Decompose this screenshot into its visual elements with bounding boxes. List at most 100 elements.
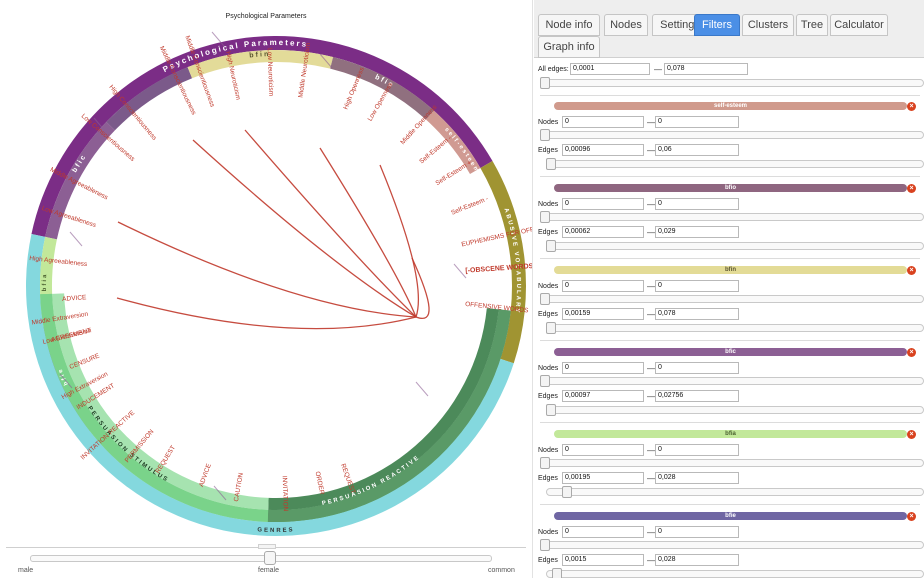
all-edges-slider[interactable] [540, 79, 924, 87]
tab-calculator[interactable]: Calculator [830, 14, 888, 36]
tab-label: Calculator [834, 19, 884, 31]
nodes-max-input[interactable]: 0 [655, 362, 739, 374]
nodes-slider-handle[interactable] [540, 129, 550, 141]
edges-max-input[interactable]: 0,06 [655, 144, 739, 156]
edges-max-input[interactable]: 0,078 [655, 308, 739, 320]
nodes-slider-handle[interactable] [540, 375, 550, 387]
close-icon[interactable]: × [907, 512, 916, 521]
group-bar[interactable]: self-esteem [554, 102, 907, 110]
nodes-slider[interactable] [540, 295, 924, 303]
close-icon[interactable]: × [907, 102, 916, 111]
node-label[interactable]: Self-Esteem - [418, 135, 453, 166]
all-edges-min-input[interactable]: 0,0001 [570, 63, 650, 75]
edges-slider[interactable] [546, 242, 924, 250]
nodes-slider[interactable] [540, 213, 924, 221]
edges-max-input[interactable]: 0,02756 [655, 390, 739, 402]
filter-group: bfic × Nodes 0 — 0 Edges 0,00097 — 0,027… [534, 348, 924, 430]
chord-link[interactable] [117, 221, 417, 318]
edges-min-input[interactable]: 0,00097 [562, 390, 644, 402]
edges-slider-handle[interactable] [546, 322, 556, 334]
close-icon[interactable]: × [907, 430, 916, 439]
edges-slider[interactable] [546, 406, 924, 414]
pane-divider[interactable] [532, 0, 533, 578]
nodes-min-input[interactable]: 0 [562, 198, 644, 210]
nodes-range: Nodes 0 — 0 [534, 444, 924, 458]
nodes-slider[interactable] [540, 377, 924, 385]
close-icon[interactable]: × [907, 348, 916, 357]
close-icon[interactable]: × [907, 184, 916, 193]
nodes-min-input[interactable]: 0 [562, 444, 644, 456]
edges-min-input[interactable]: 0,00159 [562, 308, 644, 320]
nodes-max-input[interactable]: 0 [655, 526, 739, 538]
edges-slider-handle[interactable] [546, 240, 556, 252]
all-edges-slider-min-handle[interactable] [540, 77, 550, 89]
tab-graph-info[interactable]: Graph info [538, 36, 600, 58]
range-dash: — [647, 446, 655, 455]
node-label[interactable]: ADVICE [62, 294, 87, 303]
group-bar[interactable]: bfic [554, 348, 907, 356]
all-edges-max-input[interactable]: 0,078 [664, 63, 748, 75]
nodes-slider-handle[interactable] [540, 539, 550, 551]
edges-max-input[interactable]: 0,029 [655, 226, 739, 238]
nodes-slider-handle[interactable] [540, 457, 550, 469]
nodes-max-input[interactable]: 0 [655, 444, 739, 456]
gender-slider[interactable]: male female common [0, 540, 532, 578]
edges-slider-handle[interactable] [562, 486, 572, 498]
edges-slider-handle[interactable] [546, 158, 556, 170]
nodes-min-input[interactable]: 0 [562, 116, 644, 128]
group-bar[interactable]: bfin [554, 266, 907, 274]
chord-link[interactable] [244, 129, 417, 318]
edges-slider[interactable] [546, 160, 924, 168]
edges-max-input[interactable]: 0,028 [655, 554, 739, 566]
nodes-slider-handle[interactable] [540, 211, 550, 223]
edges-min-input[interactable]: 0,00195 [562, 472, 644, 484]
range-dash: — [654, 65, 662, 74]
edges-range: Edges 0,00062 — 0,029 [534, 226, 924, 240]
node-label[interactable]: ADVICE [198, 462, 213, 488]
group-name: bfia [725, 431, 736, 437]
edges-slider[interactable] [546, 324, 924, 332]
nodes-slider[interactable] [540, 541, 924, 549]
edges-min-input[interactable]: 0,00062 [562, 226, 644, 238]
node-label[interactable]: Self-Esteem - [450, 195, 489, 216]
nodes-slider[interactable] [540, 459, 924, 467]
nodes-min-input[interactable]: 0 [562, 280, 644, 292]
resize-grip[interactable] [258, 544, 276, 549]
nodes-min-input[interactable]: 0 [562, 526, 644, 538]
nodes-slider[interactable] [540, 131, 924, 139]
nodes-slider-handle[interactable] [540, 293, 550, 305]
group-bar[interactable]: bfio [554, 184, 907, 192]
tab-tree[interactable]: Tree [796, 14, 828, 36]
tab-clusters[interactable]: Clusters [742, 14, 794, 36]
tab-node-info[interactable]: Node info [538, 14, 600, 36]
group-bar[interactable]: bfie [554, 512, 907, 520]
edges-slider[interactable] [546, 570, 924, 578]
edges-slider[interactable] [546, 488, 924, 496]
nodes-max-input[interactable]: 0 [655, 198, 739, 210]
stimulus-band[interactable] [40, 293, 269, 522]
gender-slider-handle[interactable] [264, 551, 276, 565]
chord-link[interactable] [192, 139, 417, 318]
close-icon[interactable]: × [907, 266, 916, 275]
edges-slider-handle[interactable] [546, 404, 556, 416]
chord-diagram-pane: Psychological Parameters ABUSIVE VOCABULA… [0, 0, 532, 578]
gender-slider-track[interactable] [30, 555, 492, 562]
node-label[interactable]: INVITATION [281, 476, 289, 512]
chord-link[interactable] [319, 147, 417, 318]
chord-link[interactable] [379, 164, 419, 318]
tab-filters[interactable]: Filters [694, 14, 740, 36]
edges-min-input[interactable]: 0,00096 [562, 144, 644, 156]
chord-link[interactable] [116, 297, 417, 330]
node-label[interactable]: Low Neuroticism [266, 48, 275, 96]
node-label[interactable]: ORDER [314, 471, 326, 496]
tab-nodes[interactable]: Nodes [604, 14, 648, 36]
group-bar[interactable]: bfia [554, 430, 907, 438]
edges-max-input[interactable]: 0,028 [655, 472, 739, 484]
nodes-max-input[interactable]: 0 [655, 280, 739, 292]
edges-slider-handle[interactable] [552, 568, 562, 578]
nodes-min-input[interactable]: 0 [562, 362, 644, 374]
node-label[interactable]: Self-Esteem + [434, 159, 473, 187]
edges-min-input[interactable]: 0,0015 [562, 554, 644, 566]
outer-ring-segment[interactable] [25, 234, 514, 537]
nodes-max-input[interactable]: 0 [655, 116, 739, 128]
